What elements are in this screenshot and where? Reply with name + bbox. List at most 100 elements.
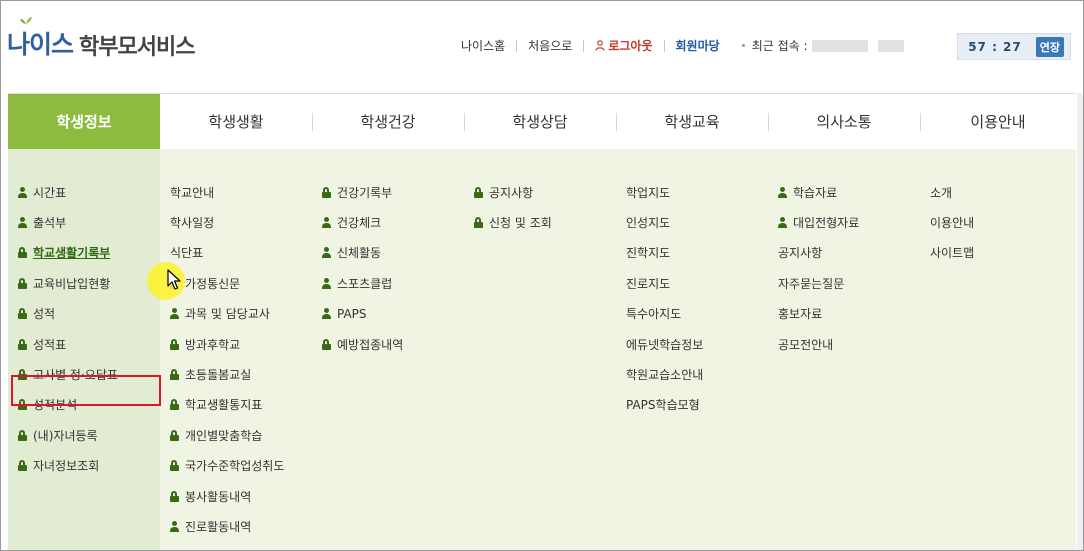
menu-item[interactable]: 에듀넷학습정보	[626, 329, 703, 359]
menu-item[interactable]: 신청 및 조회	[474, 207, 552, 237]
menu-item[interactable]: 개인별맞춤학습	[170, 420, 284, 450]
menu-column: 공지사항신청 및 조회	[474, 177, 552, 238]
lock-icon	[18, 338, 28, 350]
user-icon	[170, 520, 180, 532]
logout-link[interactable]: 로그아웃	[595, 37, 653, 54]
menu-item[interactable]: 홍보자료	[778, 299, 859, 329]
user-icon	[322, 217, 332, 229]
tab-student-counsel[interactable]: 학생상담	[464, 94, 616, 149]
menu-item[interactable]: 진로지도	[626, 268, 703, 298]
person-outline-icon	[595, 40, 605, 51]
menu-item[interactable]: 학원교습소안내	[626, 359, 703, 389]
menu-item[interactable]: 공모전안내	[778, 329, 859, 359]
menu-item[interactable]: 특수아지도	[626, 299, 703, 329]
mega-menu-panel: 시간표 출석부 학교생활기록부 교육비납입현황 성적 성적표 고사별 정·오답표 성적분석 (내…	[8, 149, 1076, 550]
menu-item[interactable]: 공지사항	[474, 177, 552, 207]
lock-icon	[322, 338, 332, 350]
menu-item[interactable]: 교육비납입현황	[18, 268, 118, 298]
divider	[663, 39, 665, 52]
menu-item-label: 홍보자료	[778, 307, 823, 322]
menu-item[interactable]: 신체활동	[322, 238, 403, 268]
menu-item[interactable]: PAPS학습모형	[626, 390, 703, 420]
menu-column: 소개 이용안내 사이트맵	[930, 177, 974, 268]
neis-home-link[interactable]: 나이스홈	[461, 37, 505, 54]
menu-item-label: 성적	[33, 307, 56, 322]
menu-column: 학교안내학사일정 식단표 가정통신문과목 및 담당교사방과후학교초등돌봄교실학교생활…	[170, 177, 284, 542]
menu-item[interactable]: 건강기록부	[322, 177, 403, 207]
menu-item-label: 스포츠클럽	[337, 276, 393, 291]
user-icon	[322, 277, 332, 289]
menu-item[interactable]: 이용안내	[930, 207, 974, 237]
highlight-box	[11, 375, 161, 406]
menu-item[interactable]: 방과후학교	[170, 329, 284, 359]
tab-student-info[interactable]: 학생정보	[8, 94, 160, 149]
menu-item[interactable]: 자녀정보조회	[18, 451, 118, 481]
menu-item-label: 건강기록부	[337, 185, 393, 200]
recent-access: 최근 접속 :	[741, 37, 904, 54]
menu-item-label: 신청 및 조회	[489, 216, 552, 231]
menu-item-label: 과목 및 담당교사	[185, 307, 270, 322]
menu-item[interactable]: 봉사활동내역	[170, 481, 284, 511]
menu-item[interactable]: 공지사항	[778, 238, 859, 268]
menu-item-label: 초등돌봄교실	[185, 368, 252, 383]
tab-student-life[interactable]: 학생생활	[160, 94, 312, 149]
menu-item[interactable]: PAPS	[322, 299, 403, 329]
menu-item-label: PAPS학습모형	[626, 398, 700, 413]
menu-item[interactable]: 진로활동내역	[170, 511, 284, 541]
menu-item-label: 진학지도	[626, 246, 671, 261]
menu-item[interactable]: 학사일정	[170, 207, 284, 237]
lock-icon	[170, 338, 180, 350]
menu-item[interactable]: 자주묻는질문	[778, 268, 859, 298]
user-icon	[18, 186, 28, 198]
menu-item-label: 진로지도	[626, 276, 671, 291]
masked-ip	[811, 39, 868, 52]
menu-item-label: 학교안내	[170, 185, 215, 200]
menu-item[interactable]: 가정통신문	[170, 268, 284, 298]
mouse-cursor-icon	[167, 269, 181, 290]
menu-item[interactable]: 진학지도	[626, 238, 703, 268]
menu-item[interactable]: 스포츠클럽	[322, 268, 403, 298]
menu-item[interactable]: 시간표	[18, 177, 118, 207]
menu-item[interactable]: 예방접종내역	[322, 329, 403, 359]
menu-item[interactable]: 학교생활기록부	[18, 238, 118, 268]
scrollbar[interactable]	[1077, 93, 1083, 550]
menu-item[interactable]: 성적표	[18, 329, 118, 359]
menu-item[interactable]: (내)자녀등록	[18, 420, 118, 450]
tab-usage-guide[interactable]: 이용안내	[920, 94, 1076, 149]
member-link[interactable]: 회원마당	[676, 37, 720, 54]
menu-item[interactable]: 초등돌봄교실	[170, 359, 284, 389]
menu-item[interactable]: 국가수준학업성취도	[170, 451, 284, 481]
extend-session-button[interactable]: 연장	[1035, 36, 1064, 57]
menu-item[interactable]: 대입전형자료	[778, 207, 859, 237]
menu-item[interactable]: 학교생활통지표	[170, 390, 284, 420]
menu-item[interactable]: 성적	[18, 299, 118, 329]
menu-item[interactable]: 사이트맵	[930, 238, 974, 268]
menu-item-label: 특수아지도	[626, 307, 682, 322]
menu-item[interactable]: 학교안내	[170, 177, 284, 207]
menu-item-label: 공지사항	[489, 185, 534, 200]
first-page-link[interactable]: 처음으로	[528, 37, 572, 54]
lock-icon	[18, 247, 28, 259]
tab-communication[interactable]: 의사소통	[768, 94, 920, 149]
lock-icon	[170, 460, 180, 472]
menu-item[interactable]: 건강체크	[322, 207, 403, 237]
menu-item-label: 건강체크	[337, 216, 382, 231]
menu-item[interactable]: 식단표	[170, 238, 284, 268]
menu-item[interactable]: 과목 및 담당교사	[170, 299, 284, 329]
menu-item-label: (내)자녀등록	[33, 428, 98, 443]
tab-student-health[interactable]: 학생건강	[312, 94, 464, 149]
divider	[516, 39, 518, 52]
tab-student-education[interactable]: 학생교육	[616, 94, 768, 149]
menu-item-label: 공모전안내	[778, 337, 834, 352]
site-logo[interactable]: 나이스 학부모서비스	[7, 17, 195, 61]
menu-item[interactable]: 인성지도	[626, 207, 703, 237]
menu-item[interactable]: 학업지도	[626, 177, 703, 207]
menu-item[interactable]: 학습자료	[778, 177, 859, 207]
lock-icon	[18, 308, 28, 320]
menu-item[interactable]: 소개	[930, 177, 974, 207]
utility-nav: 나이스홈 처음으로 로그아웃 회원마당 최근 접속 :	[461, 37, 904, 54]
menu-item-label: 자녀정보조회	[33, 459, 100, 474]
user-icon	[322, 308, 332, 320]
menu-item[interactable]: 출석부	[18, 207, 118, 237]
lock-icon	[474, 186, 484, 198]
